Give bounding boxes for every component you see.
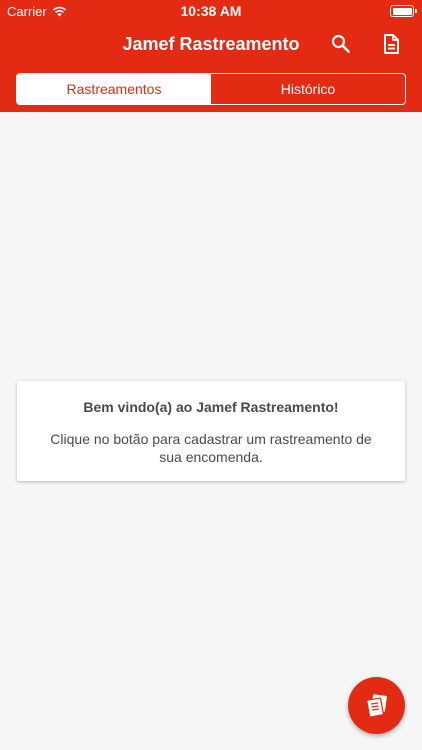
welcome-card: Bem vindo(a) ao Jamef Rastreamento! Cliq… <box>17 381 405 481</box>
tab-rastreamentos[interactable]: Rastreamentos <box>17 74 211 104</box>
welcome-message: Clique no botão para cadastrar um rastre… <box>50 431 372 465</box>
add-tracking-button[interactable] <box>348 677 405 734</box>
document-button[interactable] <box>379 32 403 56</box>
welcome-heading: Bem vindo(a) ao Jamef Rastreamento! <box>83 399 339 415</box>
search-icon <box>331 34 350 53</box>
header: Carrier 10:38 AM Jamef Rastreamento Rast… <box>0 0 422 112</box>
add-tracking-icon <box>365 693 387 718</box>
navigation-bar: Jamef Rastreamento <box>0 22 422 66</box>
document-icon <box>384 34 399 54</box>
status-bar: Carrier 10:38 AM <box>0 0 422 22</box>
search-button[interactable] <box>329 32 353 56</box>
battery-icon <box>390 5 417 17</box>
status-time: 10:38 AM <box>180 3 242 19</box>
app-screen: Carrier 10:38 AM Jamef Rastreamento Rast… <box>0 0 422 750</box>
page-title: Jamef Rastreamento <box>122 34 300 54</box>
tab-bar: Rastreamentos Histórico <box>16 73 406 105</box>
tab-historico[interactable]: Histórico <box>211 74 405 104</box>
